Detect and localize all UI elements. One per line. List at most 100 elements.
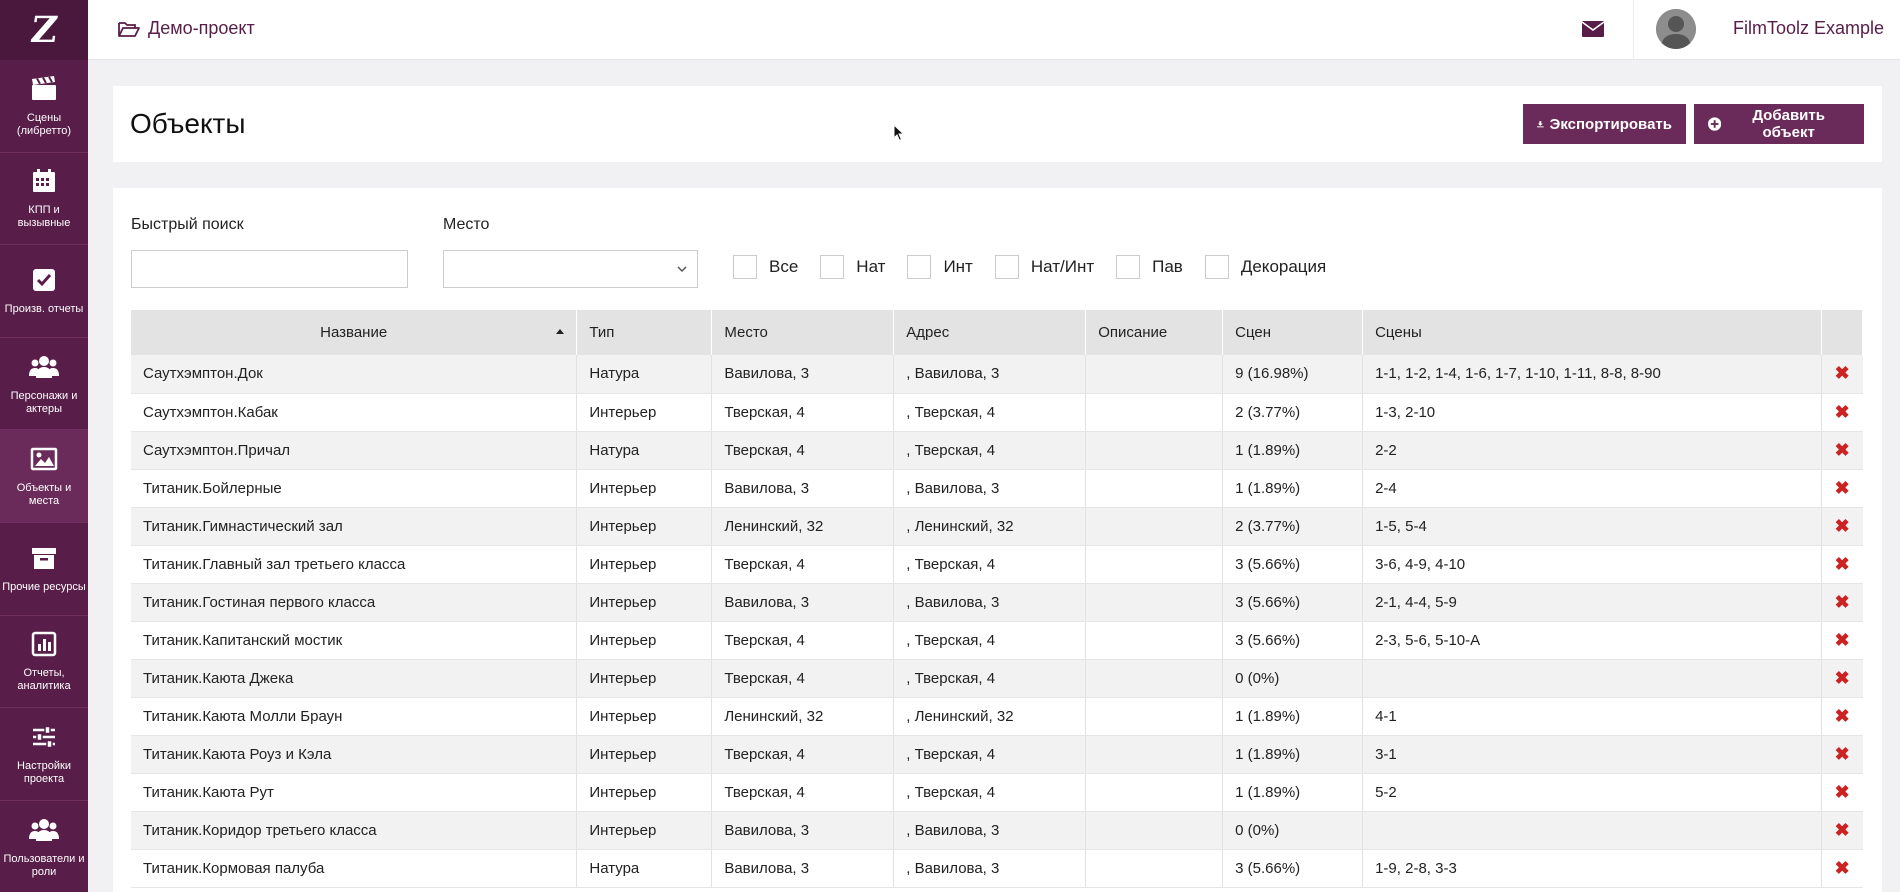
table-row[interactable]: Саутхэмптон.Причал Натура Тверская, 4, Тве… [131,431,1863,470]
delete-icon[interactable]: ✖ [1835,669,1850,687]
column-header-address[interactable]: Адрес [893,310,1087,355]
cell-description [1085,507,1224,546]
filter-int[interactable]: Инт [907,255,973,279]
sidebar-item-users[interactable]: Пользователи и роли [0,801,88,892]
column-header-type[interactable]: Тип [576,310,713,355]
checkbox[interactable] [994,255,1019,279]
filter-decoration[interactable]: Декорация [1204,255,1326,279]
table-row[interactable]: Саутхэмптон.Кабак Интерьер Тверская, 4, Тв… [131,393,1863,432]
column-header-description[interactable]: Описание [1085,310,1224,355]
table-row[interactable]: Титаник.Гостиная первого класса Интерьер В… [131,583,1863,622]
checkbox-label: Нат [856,257,886,276]
sidebar-item-reports[interactable]: Произв. отчеты [0,245,88,338]
cell-name: Титаник.Каюта Рут [131,773,578,812]
sidebar-item-label: Персонажи и актеры [10,389,78,415]
sidebar-item-characters[interactable]: Персонажи и актеры [0,338,88,431]
table-row[interactable]: Титаник.Каюта Рут Интерьер Тверская, 4, Тв… [131,773,1863,812]
checkbox[interactable] [820,255,845,279]
search-input[interactable] [131,250,408,288]
delete-cell: ✖ [1821,469,1863,508]
column-header-place[interactable]: Место [711,310,895,355]
cell-type: Натура [576,849,713,888]
sidebar-item-calls[interactable]: КПП и вызывные [0,153,88,246]
avatar[interactable] [1656,9,1696,49]
sidebar-item-settings[interactable]: Настройки проекта [0,708,88,801]
filter-all[interactable]: Все [733,255,798,279]
filter-nat-int[interactable]: Нат/Инт [994,255,1094,279]
cell-description [1085,583,1224,622]
mail-icon[interactable] [1581,19,1605,44]
cell-type: Интерьер [576,735,713,774]
delete-icon[interactable]: ✖ [1835,441,1850,459]
cell-description [1085,545,1224,584]
table-row[interactable]: Титаник.Кормовая палуба Натура Вавилова, 3… [131,849,1863,888]
logo-letter: Z [27,9,61,51]
sidebar-item-scenes[interactable]: Сцены (либретто) [0,60,88,153]
delete-icon[interactable]: ✖ [1835,859,1850,877]
checkbox[interactable] [1116,255,1141,279]
cell-scene-count: 9 (16.98%) [1222,355,1364,394]
sidebar-item-analytics[interactable]: Отчеты, аналитика [0,616,88,709]
filter-nat[interactable]: Нат [820,255,885,279]
delete-icon[interactable]: ✖ [1835,517,1850,535]
checkbox[interactable] [907,255,932,279]
delete-icon[interactable]: ✖ [1835,479,1850,497]
add-object-button[interactable]: Добавить объект [1694,104,1864,144]
delete-icon[interactable]: ✖ [1835,593,1850,611]
topbar-divider [1633,0,1634,60]
cell-address: , Тверская, 4 [893,621,1087,660]
cell-scenes: 1-1, 1-2, 1-4, 1-6, 1-7, 1-10, 1-11, 8-8… [1362,355,1822,394]
sidebar-item-label: Объекты и места [16,482,72,508]
sidebar-item-resources[interactable]: Прочие ресурсы [0,523,88,616]
table-row[interactable]: Титаник.Главный зал третьего класса Интер… [131,545,1863,584]
delete-icon[interactable]: ✖ [1835,631,1850,649]
sidebar-item-label: Сцены (либретто) [16,111,72,137]
app-logo[interactable]: Z [0,0,88,60]
cell-description [1085,697,1224,736]
column-header-scenes[interactable]: Сцены [1362,310,1822,355]
delete-icon[interactable]: ✖ [1835,364,1850,382]
checkbox[interactable] [733,255,757,279]
table-row[interactable]: Саутхэмптон.Док Натура Вавилова, 3, Вавило… [131,355,1863,394]
cell-scene-count: 1 (1.89%) [1222,697,1364,736]
column-header-name[interactable]: Название [131,310,578,355]
export-button[interactable]: Экспортировать [1523,104,1686,144]
cell-type: Интерьер [576,621,713,660]
cell-address: , Тверская, 4 [893,773,1087,812]
table-row[interactable]: Титаник.Каюта Роуз и Кэла Интерьер Тверска… [131,735,1863,774]
delete-icon[interactable]: ✖ [1835,783,1850,801]
bar-chart-icon [29,629,59,659]
cell-scene-count: 0 (0%) [1222,659,1364,698]
cell-place: Ленинский, 32 [711,507,895,546]
checkbox[interactable] [1204,255,1229,279]
cell-name: Титаник.Бойлерные [131,469,578,508]
sidebar-item-objects[interactable]: Объекты и места [0,430,88,523]
cell-scenes: 2-3, 5-6, 5-10-А [1362,621,1822,660]
place-select[interactable] [443,250,698,288]
archive-icon [29,543,59,573]
cell-place: Тверская, 4 [711,735,895,774]
table-row[interactable]: Титаник.Капитанский мостик Интерьер Тверск… [131,621,1863,660]
table-row[interactable]: Титаник.Бойлерные Интерьер Вавилова, 3, Ва… [131,469,1863,508]
table-row[interactable]: Титаник.Гимнастический зал Интерьер Ленинс… [131,507,1863,546]
delete-icon[interactable]: ✖ [1835,821,1850,839]
delete-icon[interactable]: ✖ [1835,745,1850,763]
delete-icon[interactable]: ✖ [1835,707,1850,725]
users-icon [29,815,59,845]
table-row[interactable]: Титаник.Каюта Джека Интерьер Тверская, 4, … [131,659,1863,698]
topbar: Демо-проект FilmToolz Example [88,0,1900,60]
cell-scene-count: 1 (1.89%) [1222,431,1364,470]
cell-address: , Вавилова, 3 [893,469,1087,508]
cell-type: Интерьер [576,393,713,432]
table-row[interactable]: Титаник.Коридор третьего класса Интерьер В… [131,811,1863,850]
delete-cell: ✖ [1821,507,1863,546]
delete-icon[interactable]: ✖ [1835,555,1850,573]
column-header-scene-count[interactable]: Сцен [1222,310,1364,355]
delete-icon[interactable]: ✖ [1835,403,1850,421]
cell-address: , Вавилова, 3 [893,811,1087,850]
project-selector[interactable]: Демо-проект [118,18,255,39]
table-row[interactable]: Титаник.Каюта Молли Браун Интерьер Ленинск… [131,697,1863,736]
user-name[interactable]: FilmToolz Example [1733,18,1884,39]
sidebar-item-label: Настройки проекта [17,759,71,785]
filter-pav[interactable]: Пав [1116,255,1183,279]
